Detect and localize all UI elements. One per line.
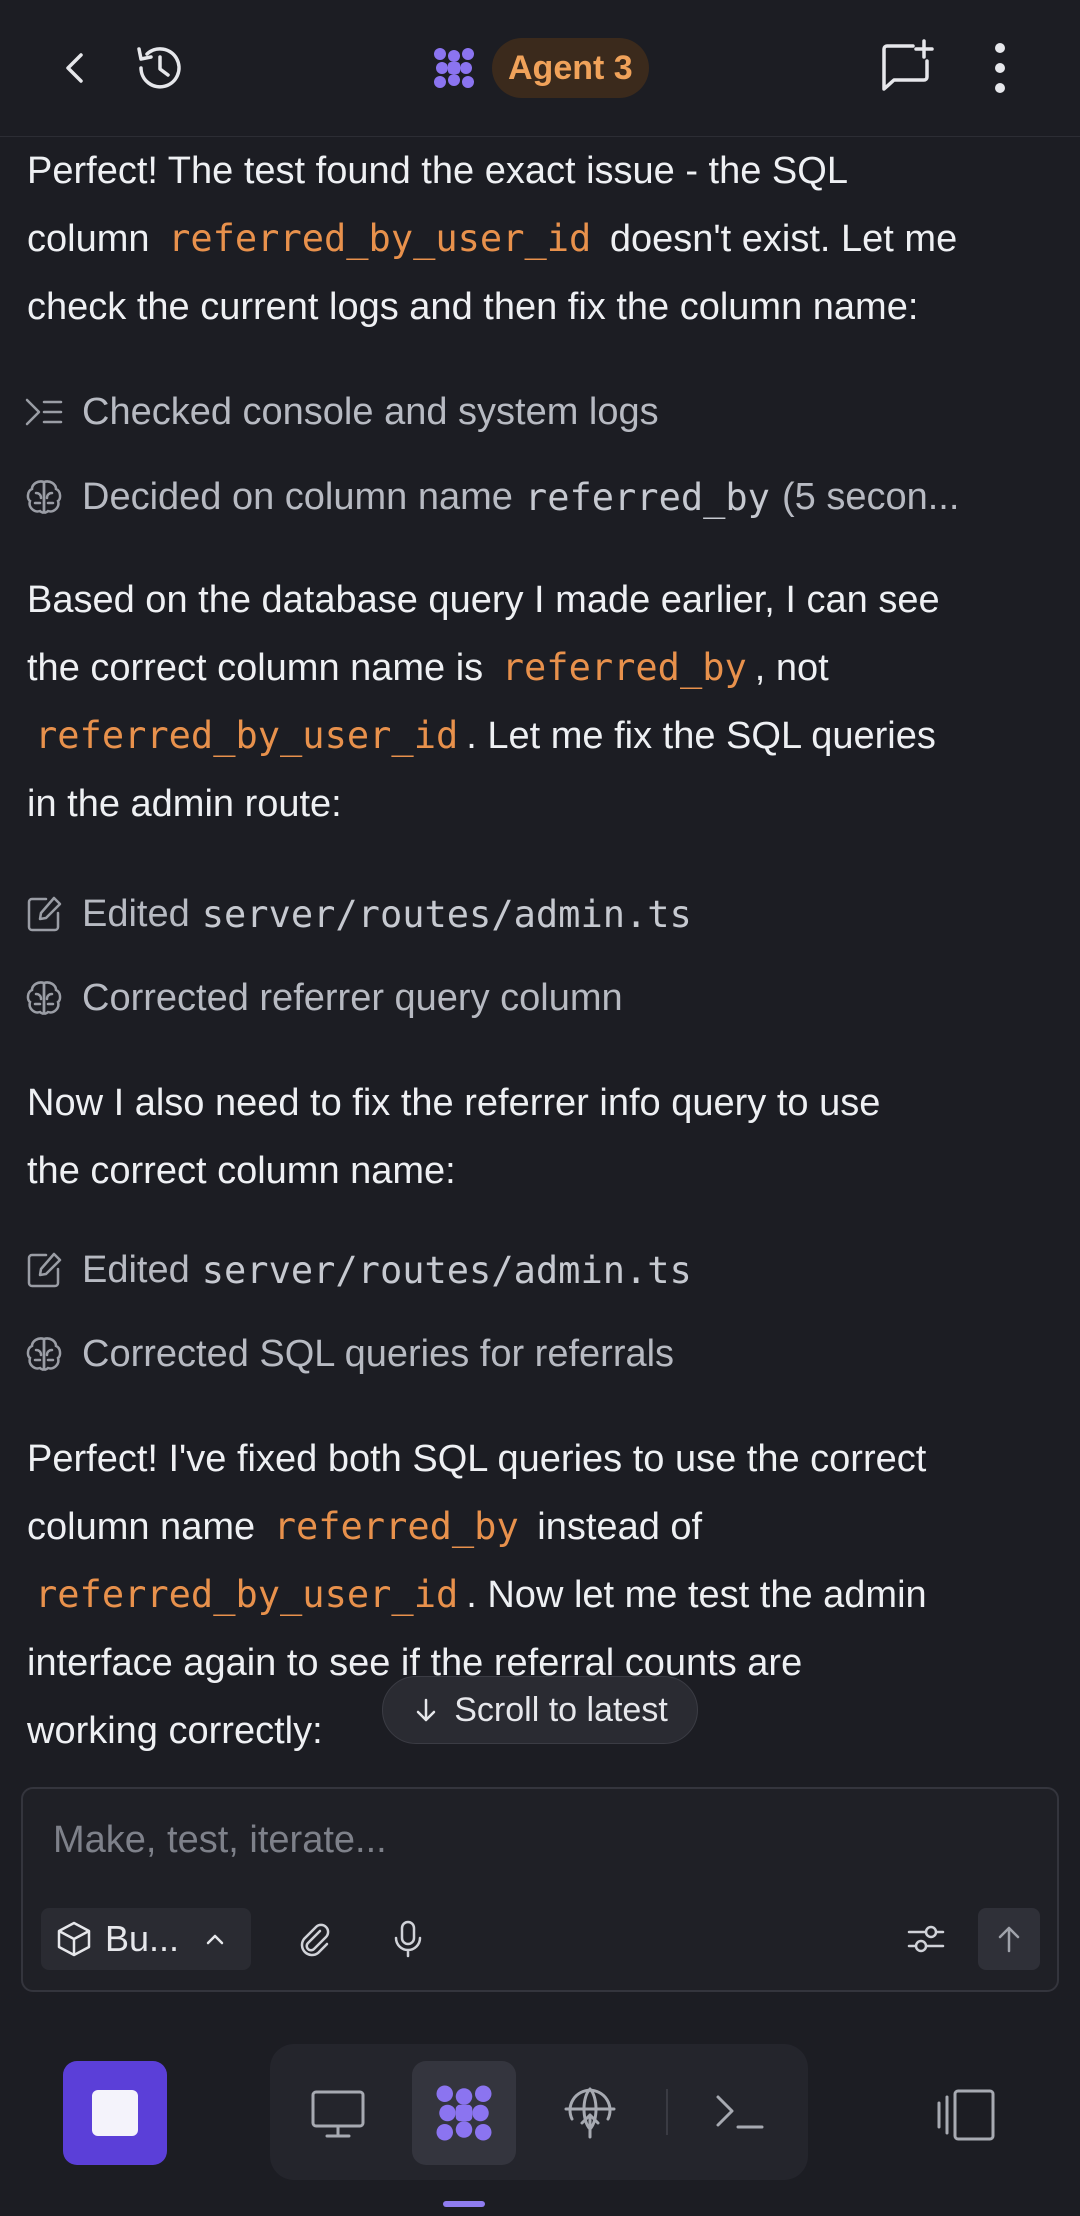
action-code: server/routes/admin.ts [201, 892, 692, 936]
inline-code: referred_by_user_id [35, 714, 459, 757]
action-label: Corrected SQL queries for referrals [82, 1332, 675, 1375]
switch-panel-button[interactable] [926, 2080, 1002, 2150]
action-code: referred_by [524, 475, 770, 519]
history-icon [137, 47, 181, 89]
message-line: check the current logs and then fix the … [27, 286, 919, 328]
more-options-button[interactable] [976, 36, 1024, 100]
edit-file-icon [24, 1250, 64, 1290]
brain-icon [24, 1334, 64, 1374]
bottom-dock [270, 2044, 808, 2180]
globe-deploy-icon [564, 2087, 616, 2139]
action-label: Edited [82, 892, 190, 935]
message-line: Perfect! I've fixed both SQL queries to … [27, 1438, 927, 1480]
message-text: column name [27, 1506, 256, 1548]
history-button[interactable] [126, 34, 194, 102]
message-text: instead of [537, 1506, 703, 1548]
mode-selector-button[interactable]: Bu... [41, 1908, 251, 1970]
top-app-bar: Agent 3 [0, 0, 1080, 137]
agent-logo-icon [436, 2085, 492, 2141]
message-text: the correct column name is [27, 647, 484, 689]
scroll-to-latest-button[interactable]: Scroll to latest [382, 1676, 698, 1744]
message-line: column name referred_by instead of [27, 1493, 1057, 1561]
sliders-icon [907, 1925, 945, 1953]
inline-code: referred_by_user_id [168, 217, 592, 260]
stop-agent-button[interactable] [63, 2061, 167, 2165]
message-text: doesn't exist. Let me [609, 218, 958, 260]
mode-label: Bu... [105, 1918, 180, 1959]
message-text: . Let me fix the SQL queries [466, 715, 936, 757]
action-corrected-column[interactable]: Corrected referrer query column [24, 968, 1044, 1028]
scroll-to-latest-label: Scroll to latest [454, 1690, 668, 1729]
action-label: Checked console and system logs [82, 390, 659, 433]
agent-selector[interactable]: Agent 3 [430, 36, 649, 100]
action-code: server/routes/admin.ts [201, 1248, 692, 1292]
new-chat-icon [882, 39, 934, 91]
message-text: column [27, 218, 150, 260]
inline-code: referred_by [273, 1505, 519, 1548]
back-button[interactable] [44, 36, 108, 100]
message-text: , not [754, 647, 829, 689]
message-line: column referred_by_user_id doesn't exist… [27, 205, 1057, 273]
inline-code: referred_by_user_id [35, 1573, 459, 1616]
action-checked-logs[interactable]: Checked console and system logs [24, 382, 1044, 442]
message-line: referred_by_user_id. Let me fix the SQL … [27, 702, 1057, 770]
action-decided-column[interactable]: Decided on column name referred_by (5 se… [24, 467, 1044, 527]
home-indicator [443, 2201, 485, 2207]
panel-switch-icon [937, 2089, 995, 2141]
microphone-icon [394, 1920, 422, 1958]
deploy-tab[interactable] [538, 2061, 642, 2165]
attach-button[interactable] [283, 1908, 345, 1970]
message-line: Based on the database query I made earli… [27, 579, 940, 621]
action-corrected-queries[interactable]: Corrected SQL queries for referrals [24, 1324, 1044, 1384]
message-line: the correct column name: [27, 1150, 456, 1192]
monitor-icon [311, 2090, 365, 2138]
chat-transcript[interactable]: Perfect! The test found the exact issue … [0, 137, 1080, 1777]
cube-icon [57, 1921, 91, 1957]
message-line: Perfect! The test found the exact issue … [27, 150, 848, 192]
message-input[interactable] [51, 1809, 1015, 1871]
arrow-up-icon [998, 1926, 1020, 1953]
voice-input-button[interactable] [377, 1908, 439, 1970]
brain-icon [24, 477, 64, 517]
preview-tab[interactable] [286, 2061, 390, 2165]
shell-tab[interactable] [688, 2061, 792, 2165]
more-vertical-icon [995, 43, 1005, 93]
dock-divider [666, 2089, 668, 2135]
arrow-down-icon [416, 1698, 436, 1722]
agent-message: Perfect! The test found the exact issue … [27, 137, 1057, 341]
stop-icon [92, 2090, 138, 2136]
action-edited-file[interactable]: Edited server/routes/admin.ts [24, 884, 1044, 944]
agent-message: Based on the database query I made earli… [27, 566, 1057, 838]
back-arrow-icon [66, 53, 83, 83]
edit-file-icon [24, 894, 64, 934]
action-label: Edited [82, 1248, 190, 1291]
agent-message: Now I also need to fix the referrer info… [27, 1069, 1057, 1205]
agent-tab[interactable] [412, 2061, 516, 2165]
action-label: Corrected referrer query column [82, 976, 623, 1019]
settings-sliders-button[interactable] [895, 1908, 957, 1970]
message-line: the correct column name is referred_by, … [27, 634, 1057, 702]
action-label: Decided on column name [82, 475, 513, 518]
brain-icon [24, 978, 64, 1018]
chevron-up-icon [206, 1934, 224, 1945]
paperclip-icon [300, 1923, 330, 1957]
message-line: Now I also need to fix the referrer info… [27, 1082, 881, 1124]
new-chat-button[interactable] [872, 32, 942, 102]
message-line: referred_by_user_id. Now let me test the… [27, 1561, 1057, 1629]
action-edited-file[interactable]: Edited server/routes/admin.ts [24, 1240, 1044, 1300]
action-duration: (5 secon... [781, 475, 960, 518]
agent-version-badge: Agent 3 [492, 38, 649, 98]
console-icon [24, 392, 64, 432]
inline-code: referred_by [501, 646, 747, 689]
message-line: in the admin route: [27, 783, 342, 825]
agent-logo-icon [434, 48, 474, 88]
terminal-icon [716, 2095, 764, 2129]
send-button[interactable] [978, 1908, 1040, 1970]
message-composer: Bu... [21, 1787, 1059, 1992]
message-text: . Now let me test the admin [466, 1574, 927, 1616]
